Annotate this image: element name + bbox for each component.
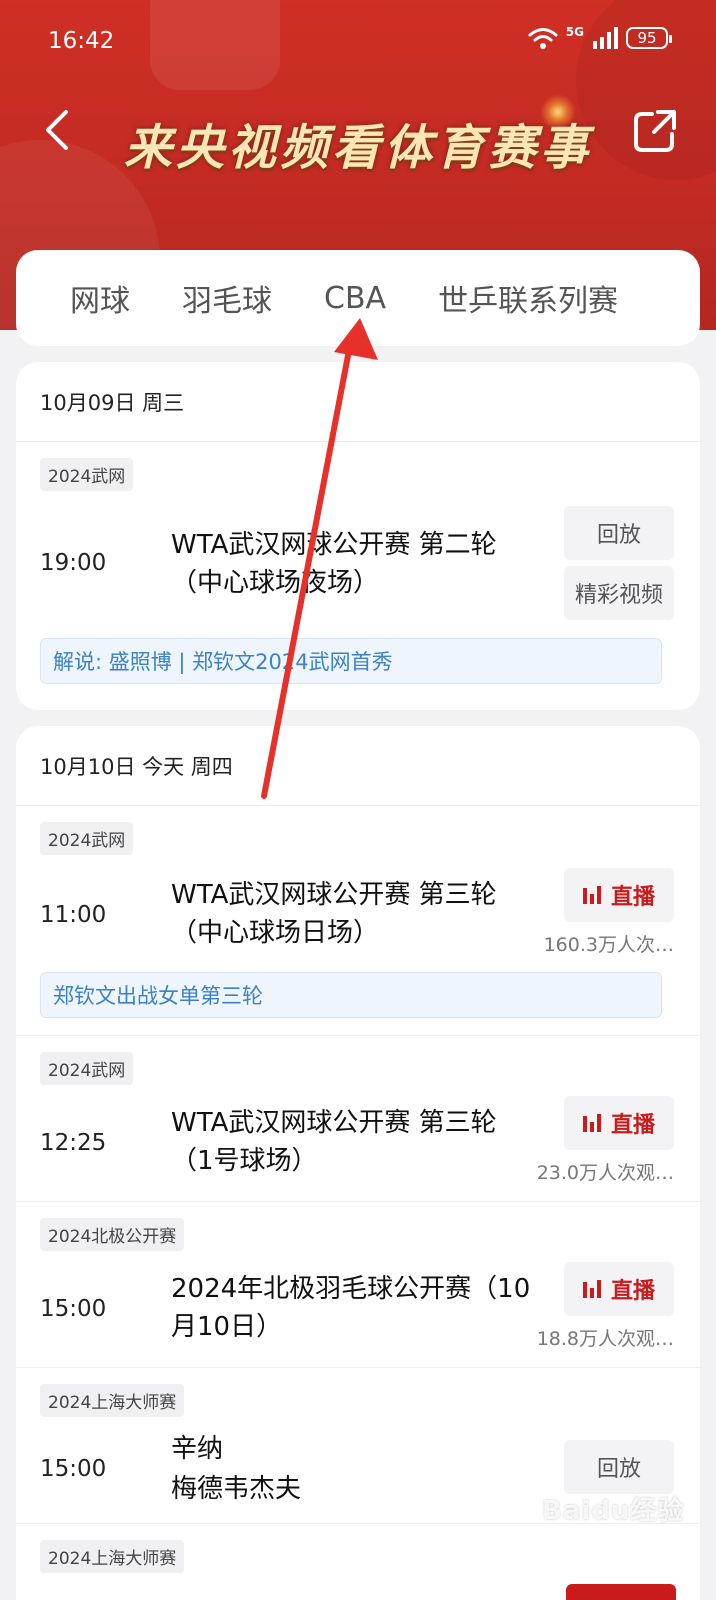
highlights-button[interactable]: 精彩视频 [564,566,674,620]
day-date: 10月09日 周三 [16,362,700,442]
view-count: 160.3万人次… [543,934,674,956]
match-title: WTA武汉网球公开赛 第三轮（中心球场日场） [171,880,497,948]
signal-icon [593,27,618,49]
live-bars-icon [582,1280,601,1298]
event-tag: 2024上海大师赛 [40,1384,185,1417]
event-tag: 2024武网 [40,1052,134,1085]
event-tag: 2024上海大师赛 [40,1540,185,1573]
match-item[interactable]: 2024北极公开赛 15:00 2024年北极羽毛球公开赛（10月10日） 直播… [16,1202,700,1368]
share-icon [634,110,676,152]
commentary-note[interactable]: 解说: 盛照博 | 郑钦文2024武网首秀 [40,638,662,684]
player-name: 辛纳 [171,1434,224,1464]
wifi-icon [528,28,558,49]
live-button[interactable]: 直播 [564,1262,674,1316]
day-card: 10月10日 今天 周四 2024武网 11:00 WTA武汉网球公开赛 第三轮… [16,726,700,1600]
match-title: WTA武汉网球公开赛 第二轮（中心球场夜场） [171,530,497,598]
page-title: 来央视频看体育赛事 [123,120,592,176]
tab-cba[interactable]: CBA [324,281,386,316]
battery-indicator: 95 [626,27,672,49]
view-count: 18.8万人次观… [536,1328,674,1350]
live-button[interactable]: 直播 [564,868,674,922]
status-time: 16:42 [48,28,115,54]
network-type-label: 5G [565,25,584,39]
tab-wtt-series[interactable]: 世乒联系列赛 [438,276,618,320]
back-button[interactable] [36,102,76,158]
match-item[interactable]: 2024武网 11:00 WTA武汉网球公开赛 第三轮（中心球场日场） 直播 1… [16,806,700,1036]
match-time: 12:25 [40,1130,107,1156]
status-icons: 5G 95 [528,25,672,50]
tab-badminton[interactable]: 羽毛球 [182,276,272,320]
view-count: 23.0万人次观… [536,1162,674,1184]
tab-tennis[interactable]: 网球 [70,276,130,320]
day-card: 10月09日 周三 2024武网 19:00 WTA武汉网球公开赛 第二轮（中心… [16,362,700,710]
match-time: 19:00 [40,550,107,576]
event-tag: 2024北极公开赛 [40,1218,185,1251]
match-item[interactable]: 2024武网 12:25 WTA武汉网球公开赛 第三轮（1号球场） 直播 23.… [16,1036,700,1202]
player-name: 梅德韦杰夫 [171,1474,302,1504]
chevron-left-icon [46,110,68,150]
match-time: 15:00 [40,1296,107,1322]
event-tag: 2024武网 [40,822,134,855]
watermark: Baidu经验 [542,1496,685,1526]
match-note[interactable]: 郑钦文出战女单第三轮 [40,972,662,1018]
sport-tabs: 网球 羽毛球 CBA 世乒联系列赛 [16,250,700,346]
match-time: 11:00 [40,902,107,928]
live-label: 直播 [610,885,655,910]
match-time: 15:00 [40,1456,107,1482]
replay-button[interactable]: 回放 [564,1440,674,1494]
share-button[interactable] [630,106,680,156]
live-button[interactable]: 直播 [564,1096,674,1150]
live-bars-icon [582,886,601,904]
replay-button[interactable]: 回放 [564,506,674,560]
match-title: WTA武汉网球公开赛 第三轮（1号球场） [171,1108,497,1176]
match-item[interactable]: 2024武网 19:00 WTA武汉网球公开赛 第二轮（中心球场夜场） 回放 精… [16,442,700,710]
live-label: 直播 [610,1279,655,1304]
day-date: 10月10日 今天 周四 [16,726,700,806]
live-bars-icon [582,1114,601,1132]
status-bar: 16:42 5G 95 [0,0,716,82]
live-button-partial[interactable] [566,1584,676,1600]
event-tag: 2024武网 [40,458,134,491]
live-label: 直播 [610,1113,655,1138]
match-title: 2024年北极羽毛球公开赛（10月10日） [171,1274,531,1342]
